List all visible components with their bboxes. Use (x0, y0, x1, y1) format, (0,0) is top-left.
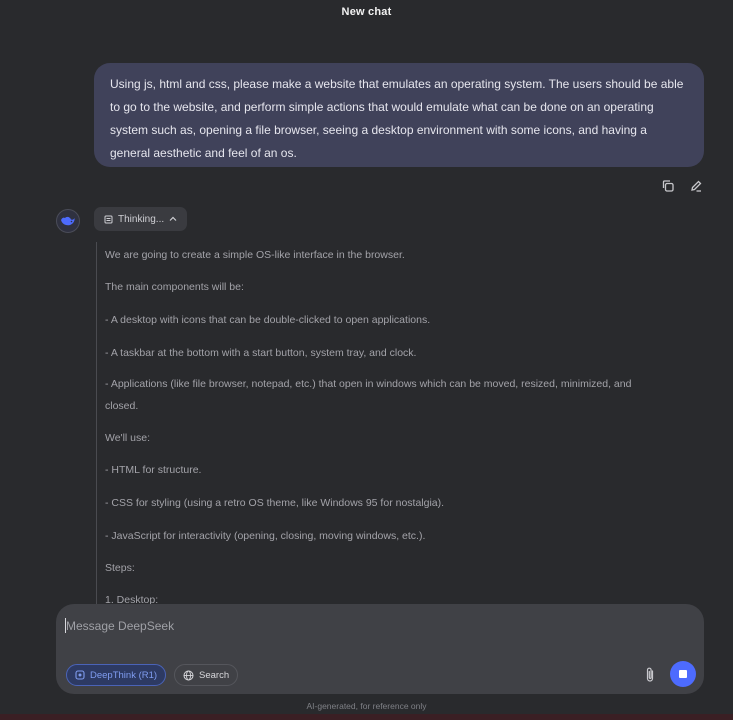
globe-icon (183, 670, 194, 680)
stop-icon (679, 670, 687, 678)
window-bottom-edge (0, 714, 733, 720)
edit-icon[interactable] (688, 178, 704, 194)
text-caret (65, 618, 66, 633)
thinking-toggle[interactable]: Thinking... (94, 207, 188, 231)
message-actions (660, 178, 704, 194)
attach-button[interactable] (640, 665, 660, 685)
disclaimer-text: AI-generated, for reference only (306, 701, 427, 711)
thinking-line: - CSS for styling (using a retro OS them… (105, 497, 445, 509)
paperclip-icon (646, 667, 654, 682)
deepthink-icon (75, 670, 85, 680)
user-message-bubble: Using js, html and css, please make a we… (94, 63, 704, 167)
message-input[interactable] (66, 614, 626, 638)
page-title: New chat (341, 6, 392, 18)
thinking-line: - HTML for structure. (105, 464, 202, 476)
thinking-line: Steps: (105, 562, 135, 574)
thinking-line: - Applications (like file browser, notep… (105, 378, 632, 390)
search-label: Search (199, 669, 230, 681)
chevron-up-icon (169, 216, 177, 221)
thinking-content: We are going to create a simple OS-like … (96, 242, 696, 604)
thinking-line: We are going to create a simple OS-like … (105, 249, 405, 261)
stop-button[interactable] (670, 661, 696, 687)
thinking-line: closed. (105, 400, 139, 412)
thinking-label: Thinking... (118, 213, 165, 225)
deepthink-label: DeepThink (R1) (90, 669, 158, 681)
chat-app: New chat Using js, html and css, please … (0, 0, 733, 720)
thinking-line: - A taskbar at the bottom with a start b… (105, 347, 417, 359)
copy-icon[interactable] (660, 178, 676, 194)
deepthink-button[interactable]: DeepThink (R1) (66, 664, 167, 686)
search-button[interactable]: Search (174, 664, 239, 686)
thinking-line: The main components will be: (105, 281, 244, 293)
message-composer: DeepThink (R1) Search (56, 604, 704, 694)
thinking-line: 1. Desktop: (105, 594, 159, 604)
thinking-line: - JavaScript for interactivity (opening,… (105, 530, 426, 542)
thinking-icon (104, 215, 113, 223)
deepseek-whale-icon (61, 216, 75, 226)
thinking-line: We'll use: (105, 432, 150, 444)
thinking-line: - A desktop with icons that can be doubl… (105, 314, 431, 326)
assistant-avatar (56, 209, 80, 233)
